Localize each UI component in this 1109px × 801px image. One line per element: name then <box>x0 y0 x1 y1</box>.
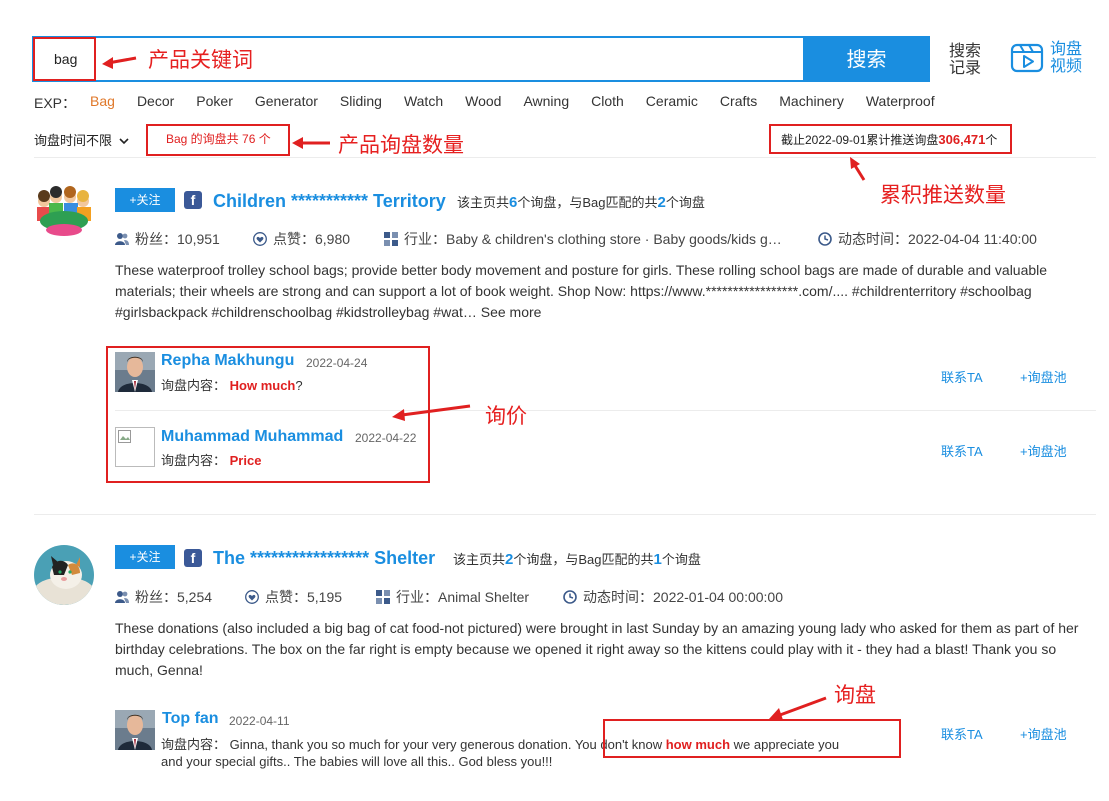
post-time: 动态时间：2022-04-04 11:40:00 <box>818 229 1037 249</box>
matched-inquiry-count: 2 <box>657 194 666 211</box>
keyword-crafts[interactable]: Crafts <box>720 93 757 113</box>
arrow-icon <box>292 137 330 149</box>
keyword-machinery[interactable]: Machinery <box>779 93 844 113</box>
time-filter-label: 询盘时间不限 <box>34 133 113 148</box>
facebook-icon: f <box>184 549 202 567</box>
fans-count: 粉丝：5,254 <box>115 587 212 607</box>
industry: 行业：Baby & children's clothing store · Ba… <box>384 229 782 249</box>
users-icon <box>115 591 129 603</box>
contact-button[interactable]: 联系TA <box>941 724 983 743</box>
industry-text: 行业：Animal Shelter <box>396 589 530 605</box>
follow-button[interactable]: +关注 <box>115 188 175 212</box>
matched-inquiry-count: 1 <box>653 551 662 568</box>
time-text: 动态时间：2022-01-04 00:00:00 <box>583 589 783 605</box>
contact-button[interactable]: 联系TA <box>941 367 983 386</box>
shelter-avatar <box>34 545 94 605</box>
keyword-cloth[interactable]: Cloth <box>591 93 624 113</box>
keyword-watch[interactable]: Watch <box>404 93 443 113</box>
post-description: These donations (also included a big bag… <box>115 620 1079 678</box>
clock-icon <box>818 232 832 246</box>
exp-label: EXP： <box>34 95 77 111</box>
fans-count: 粉丝：10,951 <box>115 229 220 249</box>
follow-button[interactable]: +关注 <box>115 545 175 569</box>
annotation-total-push: 累积推送数量 <box>880 183 1006 207</box>
post-description: These waterproof trolley school bags; pr… <box>115 262 1048 320</box>
inquirer-name[interactable]: Top fan <box>162 710 219 728</box>
annotation-inquiry-count: 产品询盘数量 <box>338 133 464 157</box>
divider <box>34 157 1096 158</box>
arrow-icon <box>850 157 866 181</box>
likes-text: 点赞：5,195 <box>265 589 343 605</box>
annotation-inquiry: 询盘 <box>834 683 876 707</box>
summary-text: 个询盘，与Bag匹配的共 <box>517 195 658 210</box>
clock-icon <box>563 590 577 604</box>
arrow-icon <box>392 404 471 421</box>
fans-text: 粉丝：10,951 <box>135 231 220 247</box>
example-keywords: EXP： Bag Decor Poker Generator Sliding W… <box>34 93 957 113</box>
keyword-decor[interactable]: Decor <box>137 93 174 113</box>
count-highlight-box <box>146 124 290 156</box>
post-time: 动态时间：2022-01-04 00:00:00 <box>563 587 783 607</box>
children-territory-logo <box>34 185 94 241</box>
keyword-awning[interactable]: Awning <box>523 93 569 113</box>
keyword-ceramic[interactable]: Ceramic <box>646 93 698 113</box>
page-inquiry-summary: 该主页共2个询盘，与Bag匹配的共1个询盘 <box>453 549 701 568</box>
divider <box>34 514 1096 515</box>
video-icon <box>1010 43 1044 73</box>
avatar <box>115 710 155 750</box>
facebook-icon: f <box>184 191 202 209</box>
keyword-poker[interactable]: Poker <box>196 93 233 113</box>
summary-text: 个询盘 <box>665 195 705 210</box>
inquiry-content-label: 询盘内容： <box>161 737 227 752</box>
search-history-link[interactable]: 搜索记录 <box>949 42 985 76</box>
time-text: 动态时间：2022-04-04 11:40:00 <box>838 231 1037 247</box>
likes-count: 点赞：5,195 <box>245 587 342 607</box>
fans-text: 粉丝：5,254 <box>135 589 213 605</box>
arrow-icon <box>102 56 137 69</box>
users-icon <box>115 233 129 245</box>
inquiry-text: Ginna, thank you so much for your very g… <box>229 737 666 752</box>
inquiry-highlight-box <box>603 719 901 758</box>
add-to-pool-button[interactable]: +询盘池 <box>1020 367 1067 386</box>
inquiry-video-link[interactable]: 询盘视频 <box>1010 40 1084 74</box>
summary-text: 个询盘，与Bag匹配的共 <box>513 552 654 567</box>
heart-icon <box>253 232 267 246</box>
time-filter-dropdown[interactable]: 询盘时间不限 <box>34 130 129 149</box>
industry-icon <box>384 232 398 246</box>
arrow-icon <box>769 696 827 720</box>
industry: 行业：Animal Shelter <box>376 587 529 607</box>
chevron-down-icon <box>119 138 129 145</box>
video-label: 询盘视频 <box>1050 39 1083 75</box>
annotation-keyword: 产品关键词 <box>148 48 253 72</box>
page-inquiry-summary: 该主页共6个询盘，与Bag匹配的共2个询盘 <box>457 192 705 211</box>
industry-icon <box>376 590 390 604</box>
summary-text: 该主页共 <box>453 552 506 567</box>
inquiry-date: 2022-04-11 <box>229 714 290 728</box>
summary-text: 个询盘 <box>661 552 701 567</box>
keyword-generator[interactable]: Generator <box>255 93 318 113</box>
heart-icon <box>245 590 259 604</box>
keyword-wood[interactable]: Wood <box>465 93 501 113</box>
annotation-price-inquiry: 询价 <box>485 404 527 428</box>
keyword-waterproof[interactable]: Waterproof <box>866 93 935 113</box>
likes-count: 点赞：6,980 <box>253 229 350 249</box>
search-button[interactable]: 搜索 <box>803 36 930 82</box>
keyword-bag[interactable]: Bag <box>90 93 115 113</box>
keyword-highlight-box <box>33 37 96 81</box>
inquiry-content-continued: and your special gifts.. The babies will… <box>161 754 553 769</box>
page-name[interactable]: The ***************** Shelter <box>213 548 435 569</box>
add-to-pool-button[interactable]: +询盘池 <box>1020 441 1067 460</box>
price-inquiry-highlight-box <box>106 346 430 483</box>
keyword-sliding[interactable]: Sliding <box>340 93 382 113</box>
industry-text: 行业：Baby & children's clothing store · Ba… <box>404 231 782 247</box>
likes-text: 点赞：6,980 <box>273 231 351 247</box>
page-name[interactable]: Children *********** Territory <box>213 191 446 212</box>
summary-text: 该主页共 <box>457 195 510 210</box>
total-highlight-box <box>769 124 1012 154</box>
contact-button[interactable]: 联系TA <box>941 441 983 460</box>
add-to-pool-button[interactable]: +询盘池 <box>1020 724 1067 743</box>
